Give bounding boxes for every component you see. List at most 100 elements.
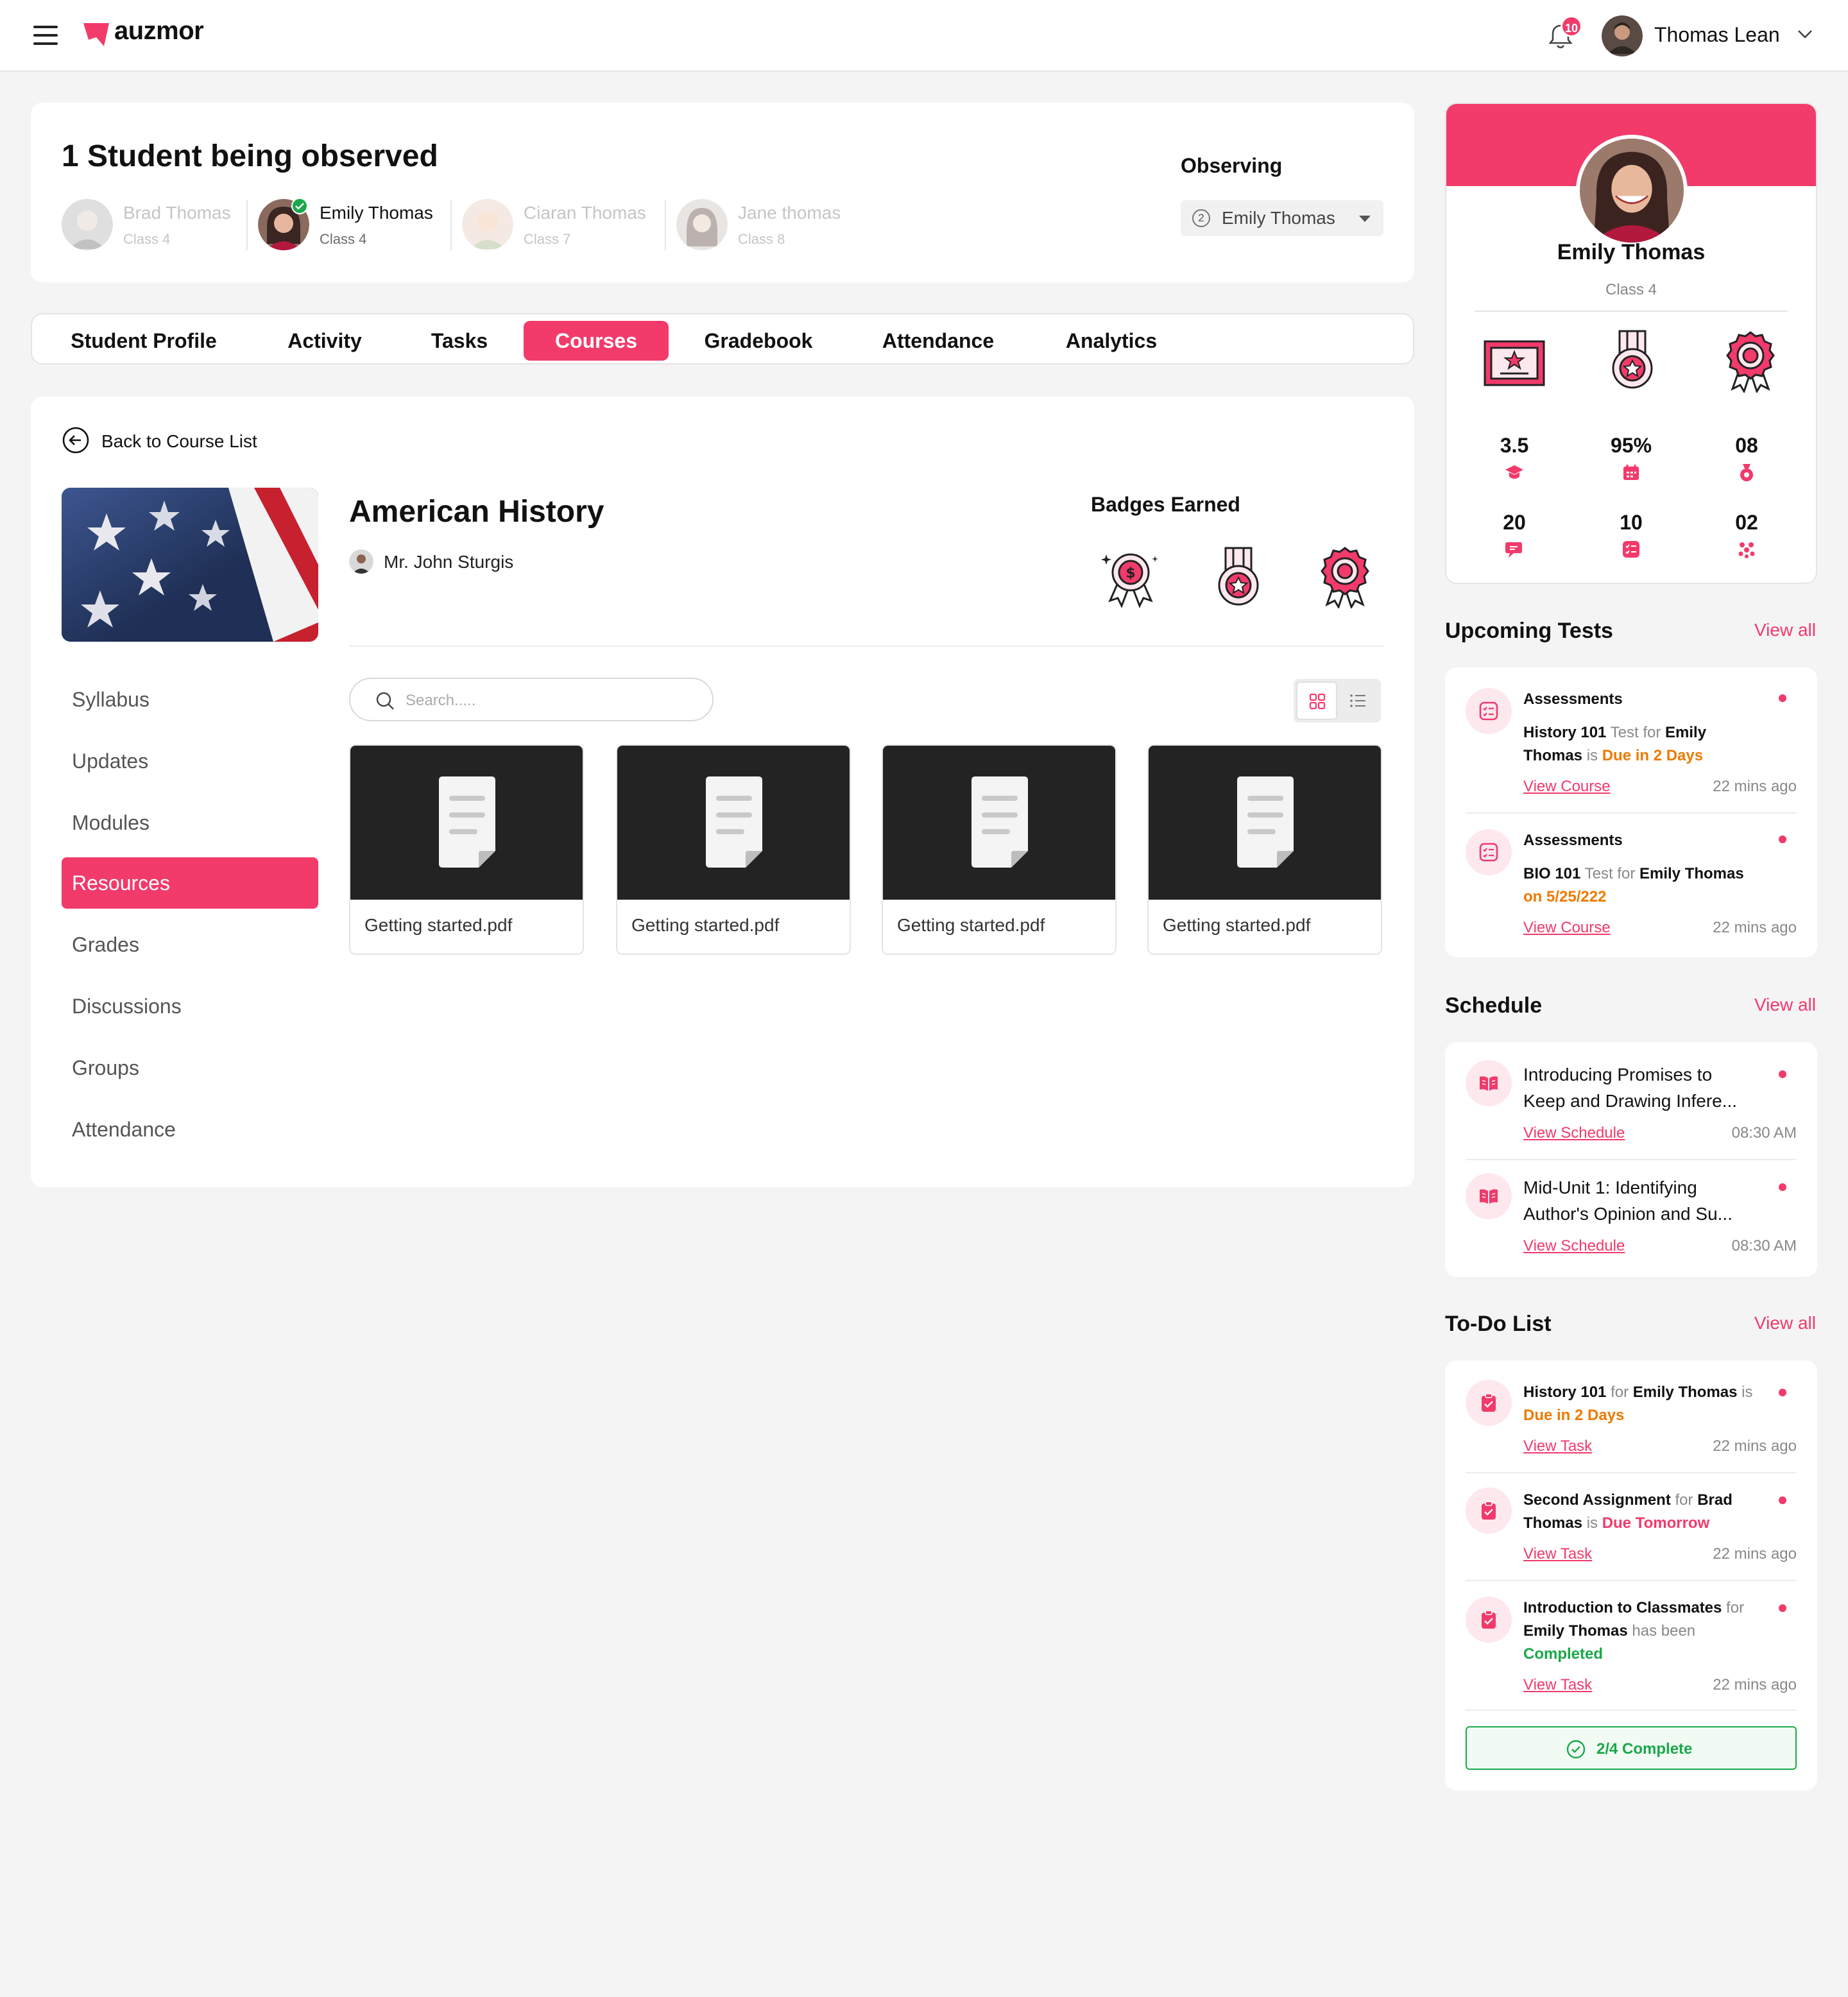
view-course-link[interactable]: View Course: [1523, 778, 1611, 796]
test-time: 22 mins ago: [1713, 778, 1797, 795]
view-schedule-link[interactable]: View Schedule: [1523, 1124, 1625, 1142]
course-menu-syllabus[interactable]: Syllabus: [62, 674, 318, 725]
tab-tasks[interactable]: Tasks: [408, 321, 511, 361]
notification-count-badge: 10: [1561, 15, 1582, 37]
tab-activity[interactable]: Activity: [264, 321, 385, 361]
schedule-item-icon: [1466, 1060, 1512, 1106]
student-class: Class 4: [320, 231, 367, 247]
unread-dot: [1779, 1183, 1786, 1191]
course-menu-discussions[interactable]: Discussions: [62, 981, 318, 1032]
student-avatar: [62, 199, 113, 250]
resource-card[interactable]: Getting started.pdf: [1147, 744, 1382, 955]
resource-card[interactable]: Getting started.pdf: [349, 744, 584, 955]
divider: [1466, 1472, 1797, 1473]
student-chip-emily[interactable]: Emily Thomas Class 4: [258, 198, 450, 253]
list-view-icon[interactable]: [1349, 692, 1367, 710]
view-course-link[interactable]: View Course: [1523, 919, 1611, 937]
schedule-view-all[interactable]: View all: [1754, 995, 1816, 1015]
student-name: Jane thomas: [738, 203, 841, 223]
todo-description: Second Assignment for Brad Thomas is Due…: [1523, 1491, 1733, 1532]
stat-gpa: 3.5: [1476, 434, 1553, 485]
stat-value: 10: [1620, 511, 1643, 534]
tab-courses[interactable]: Courses: [524, 321, 669, 361]
resource-card[interactable]: Getting started.pdf: [616, 744, 851, 955]
todo-time: 22 mins ago: [1713, 1676, 1797, 1693]
todo-progress-button[interactable]: 2/4 Complete: [1466, 1726, 1797, 1770]
course-menu-attendance[interactable]: Attendance: [62, 1104, 318, 1155]
hamburger-menu-icon[interactable]: [33, 26, 58, 45]
divider: [1466, 812, 1797, 814]
divider: [349, 646, 1383, 647]
tab-attendance[interactable]: Attendance: [857, 321, 1019, 361]
course-menu-modules[interactable]: Modules: [62, 797, 318, 848]
unread-dot: [1779, 1389, 1786, 1396]
view-schedule-link[interactable]: View Schedule: [1523, 1237, 1625, 1255]
resource-file-name: Getting started.pdf: [1163, 915, 1311, 935]
student-chip-jane[interactable]: Jane thomas Class 8: [676, 198, 869, 253]
course-menu-updates[interactable]: Updates: [62, 735, 318, 787]
clipboard-check-icon: [1482, 1501, 1496, 1520]
graduation-cap-icon: [1505, 465, 1523, 479]
schedule-text: Mid-Unit 1: Identifying Author's Opinion …: [1523, 1178, 1733, 1224]
auzmor-logo-icon: [83, 23, 109, 46]
brand-name[interactable]: auzmor: [114, 17, 204, 46]
back-arrow-icon[interactable]: [62, 426, 90, 454]
rosette-badge-icon: [1726, 331, 1775, 393]
observing-count: 2: [1192, 209, 1210, 227]
test-time: 22 mins ago: [1713, 919, 1797, 936]
observing-value: Emily Thomas: [1222, 208, 1335, 228]
resource-file-name: Getting started.pdf: [897, 915, 1045, 935]
unread-dot: [1779, 694, 1786, 702]
student-chip-brad[interactable]: Brad Thomas Class 4: [62, 198, 248, 253]
todo-description: Introduction to Classmates for Emily Tho…: [1523, 1599, 1745, 1663]
course-menu-groups[interactable]: Groups: [62, 1042, 318, 1093]
student-name: Brad Thomas: [123, 203, 231, 223]
tab-student-profile[interactable]: Student Profile: [54, 321, 234, 361]
grid-view-button[interactable]: [1296, 681, 1337, 720]
student-avatar: [462, 199, 513, 250]
view-task-link[interactable]: View Task: [1523, 1437, 1592, 1455]
user-avatar[interactable]: [1602, 15, 1643, 56]
stat-tasks: 10: [1593, 511, 1670, 562]
tab-gradebook[interactable]: Gradebook: [684, 321, 833, 361]
observing-select[interactable]: 2 Emily Thomas: [1181, 200, 1383, 236]
view-task-link[interactable]: View Task: [1523, 1545, 1592, 1563]
course-menu-resources[interactable]: Resources: [62, 857, 318, 909]
document-icon: [706, 776, 762, 868]
resource-file-name: Getting started.pdf: [364, 915, 513, 935]
student-divider: [450, 200, 452, 250]
resource-file-name: Getting started.pdf: [631, 915, 780, 935]
chevron-down-icon[interactable]: [1797, 28, 1813, 40]
student-chip-ciaran[interactable]: Ciaran Thomas Class 7: [462, 198, 661, 253]
todo-time: 22 mins ago: [1713, 1437, 1797, 1455]
stat-awards: 08: [1708, 434, 1785, 485]
todo-view-all[interactable]: View all: [1754, 1313, 1816, 1333]
checklist-icon: [1479, 701, 1498, 721]
unread-dot: [1779, 1496, 1786, 1504]
view-task-link[interactable]: View Task: [1523, 1676, 1592, 1694]
profile-class: Class 4: [1605, 281, 1657, 298]
stat-value: 3.5: [1500, 434, 1529, 457]
course-cover-image: [62, 488, 318, 642]
student-class: Class 4: [123, 231, 171, 247]
badges-earned-label: Badges Earned: [1091, 493, 1240, 516]
stat-groups: 02: [1708, 511, 1785, 562]
teacher-name: Mr. John Sturgis: [384, 552, 514, 572]
todo-progress-label: 2/4 Complete: [1596, 1740, 1693, 1758]
resource-search-input[interactable]: Search.....: [349, 678, 714, 721]
user-name[interactable]: Thomas Lean: [1654, 23, 1780, 47]
stat-value: 95%: [1610, 434, 1652, 457]
clipboard-check-icon: [1482, 1610, 1496, 1629]
document-icon: [971, 776, 1028, 868]
coin-medal-badge-icon: $: [1101, 553, 1158, 608]
resource-card[interactable]: Getting started.pdf: [882, 744, 1116, 955]
back-to-course-list-link[interactable]: Back to Course List: [101, 431, 257, 452]
profile-avatar: [1576, 135, 1688, 246]
course-menu-grades[interactable]: Grades: [62, 919, 318, 970]
schedule-time: 08:30 AM: [1731, 1124, 1797, 1142]
tab-analytics[interactable]: Analytics: [1040, 321, 1183, 361]
todo-item-icon: [1466, 1597, 1512, 1643]
upcoming-tests-view-all[interactable]: View all: [1754, 620, 1816, 640]
check-circle-icon: [1566, 1740, 1586, 1759]
document-icon: [1237, 776, 1294, 868]
